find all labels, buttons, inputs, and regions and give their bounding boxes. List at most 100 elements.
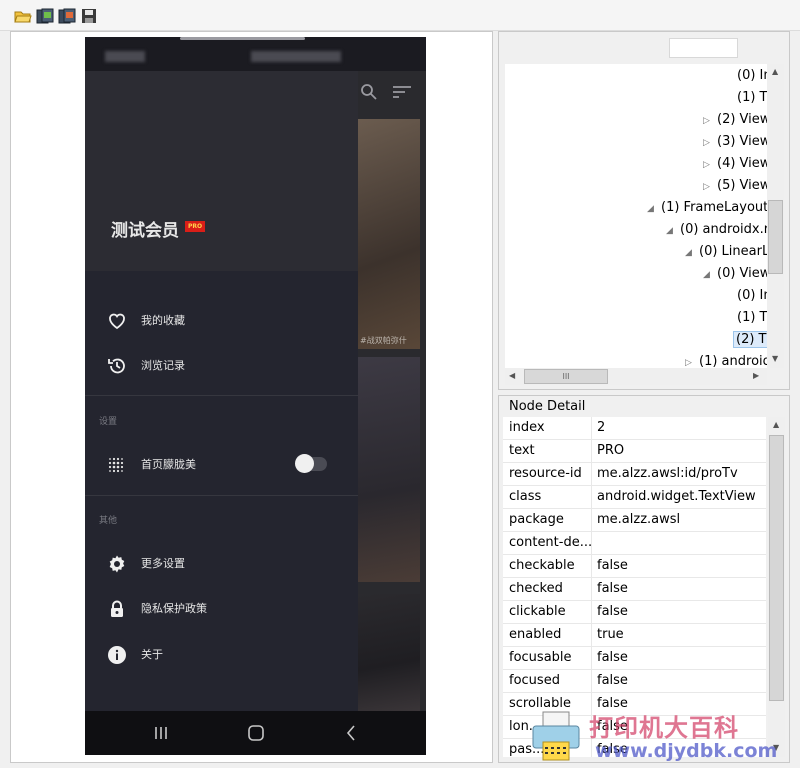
tree-node[interactable]: ▷ (5) View xyxy=(703,176,767,196)
scroll-right-icon[interactable]: ▶ xyxy=(753,371,759,380)
expanded-arrow-icon[interactable]: ◢ xyxy=(666,221,680,241)
collapsed-arrow-icon[interactable]: ▷ xyxy=(703,133,717,153)
property-row[interactable]: index 2 xyxy=(503,417,766,440)
tree-node[interactable]: ▷ (1) android xyxy=(685,352,767,368)
column-separator xyxy=(591,463,592,486)
property-row[interactable]: enabled true xyxy=(503,624,766,647)
property-row[interactable]: focused false xyxy=(503,670,766,693)
screenshot-icon[interactable] xyxy=(36,8,54,24)
property-row[interactable]: resource-id me.alzz.awsl:id/proTv xyxy=(503,463,766,486)
property-key: clickable xyxy=(509,604,566,619)
property-value: 2 xyxy=(597,420,606,435)
collapsed-arrow-icon[interactable]: ▷ xyxy=(703,177,717,197)
collapsed-arrow-icon[interactable]: ▷ xyxy=(703,111,717,131)
hierarchy-panel: (0) In (1) T ▷(2) View ▷(3) View ▷(4) Vi… xyxy=(498,31,790,390)
tree-vertical-scrollbar[interactable]: ▲ ▼ xyxy=(767,64,784,368)
tree-node-label: (1) T xyxy=(737,310,767,325)
column-separator xyxy=(591,624,592,647)
tree-node-label: (0) LinearLa xyxy=(699,244,767,259)
column-separator xyxy=(591,532,592,555)
menu-item-more-settings[interactable]: 更多设置 xyxy=(85,544,358,584)
property-key: focusable xyxy=(509,650,572,665)
collapsed-arrow-icon[interactable]: ▷ xyxy=(703,155,717,175)
scroll-left-icon[interactable]: ◀ xyxy=(509,371,515,380)
scroll-up-icon[interactable]: ▲ xyxy=(773,420,779,429)
scroll-up-icon[interactable]: ▲ xyxy=(772,67,778,76)
scroll-thumb[interactable] xyxy=(769,435,784,701)
home-icon[interactable] xyxy=(246,723,266,743)
column-separator xyxy=(591,578,592,601)
tree-node[interactable]: (1) T xyxy=(737,308,767,328)
property-row[interactable]: clickable false xyxy=(503,601,766,624)
lock-icon xyxy=(107,599,127,619)
property-key: index xyxy=(509,420,545,435)
blur-toggle[interactable] xyxy=(295,454,327,473)
divider xyxy=(85,395,358,396)
device-screen[interactable]: #战双帕弥什 测试会员 PRO 我的收藏 浏览记录 设置 首页朦胧美 其他 更多… xyxy=(85,37,426,755)
tree-node[interactable]: ▷ (4) View xyxy=(703,154,767,174)
recent-apps-icon[interactable] xyxy=(151,723,171,743)
status-info-blurred xyxy=(251,51,341,62)
property-row[interactable]: focusable false xyxy=(503,647,766,670)
scroll-thumb[interactable] xyxy=(768,200,783,274)
image-card xyxy=(358,119,420,349)
tree-node-label: (1) FrameLayout xyxy=(661,200,767,215)
property-row[interactable]: package me.alzz.awsl xyxy=(503,509,766,532)
tree-node-label: (3) View xyxy=(717,134,767,149)
expanded-arrow-icon[interactable]: ◢ xyxy=(703,265,717,285)
tree-node[interactable]: (0) In xyxy=(737,66,767,86)
property-row[interactable]: text PRO xyxy=(503,440,766,463)
property-value: me.alzz.awsl xyxy=(597,512,681,527)
tree-node[interactable]: ◢ (1) FrameLayout xyxy=(647,198,767,218)
tree-node-label: (1) android xyxy=(699,354,767,368)
property-value: true xyxy=(597,627,624,642)
menu-item-about[interactable]: 关于 xyxy=(85,635,358,675)
tree-node[interactable]: ◢(0) androidx.re xyxy=(666,220,767,240)
history-icon xyxy=(107,356,127,376)
property-value: false xyxy=(597,650,628,665)
tree-node[interactable]: ▷ (3) View xyxy=(703,132,767,152)
open-icon[interactable] xyxy=(14,8,32,24)
tree-node[interactable]: ◢(0) LinearLa xyxy=(685,242,767,262)
collapsed-arrow-icon[interactable]: ▷ xyxy=(685,353,699,368)
menu-item-favorites[interactable]: 我的收藏 xyxy=(85,301,358,341)
tree-node[interactable]: ◢ (0) View xyxy=(703,264,767,284)
property-row[interactable]: class android.widget.TextView xyxy=(503,486,766,509)
tree-node-label: (5) View xyxy=(717,178,767,193)
tree-node[interactable]: (0) In xyxy=(737,286,767,306)
status-bar xyxy=(85,37,426,71)
hierarchy-tree[interactable]: (0) In (1) T ▷(2) View ▷(3) View ▷(4) Vi… xyxy=(505,64,767,368)
section-label-other: 其他 xyxy=(99,516,118,526)
screenshot-alt-icon[interactable] xyxy=(58,8,76,24)
column-separator xyxy=(591,670,592,693)
property-key: enabled xyxy=(509,627,562,642)
back-icon[interactable] xyxy=(341,723,361,743)
watermark: 打印机大百科 www.djydbk.com xyxy=(525,700,795,768)
property-row[interactable]: checked false xyxy=(503,578,766,601)
tree-node[interactable]: (1) T xyxy=(737,88,767,108)
menu-item-blur-home[interactable]: 首页朦胧美 xyxy=(85,445,358,485)
tree-node-selected[interactable]: (2) T xyxy=(733,330,767,350)
property-key: class xyxy=(509,489,542,504)
property-row[interactable]: checkable false xyxy=(503,555,766,578)
expanded-arrow-icon[interactable]: ◢ xyxy=(685,243,699,263)
property-row[interactable]: content-de... xyxy=(503,532,766,555)
tree-node[interactable]: ▷ (2) View xyxy=(703,110,767,130)
search-icon xyxy=(360,83,378,101)
scroll-down-icon[interactable]: ▼ xyxy=(772,354,778,363)
status-time-blurred xyxy=(105,51,145,62)
scroll-thumb[interactable]: III xyxy=(524,369,608,384)
menu-item-privacy-policy[interactable]: 隐私保护政策 xyxy=(85,589,358,629)
heart-icon xyxy=(107,311,127,331)
search-input[interactable] xyxy=(669,38,738,58)
tree-horizontal-scrollbar[interactable]: ◀ III ▶ xyxy=(505,368,767,385)
menu-item-history[interactable]: 浏览记录 xyxy=(85,346,358,386)
tree-node-label: (2) View xyxy=(717,112,767,127)
save-icon[interactable] xyxy=(81,8,99,24)
property-value: false xyxy=(597,558,628,573)
property-key: checked xyxy=(509,581,563,596)
column-separator xyxy=(591,440,592,463)
property-key: content-de... xyxy=(509,535,593,550)
property-value: false xyxy=(597,604,628,619)
expanded-arrow-icon[interactable]: ◢ xyxy=(647,199,661,219)
